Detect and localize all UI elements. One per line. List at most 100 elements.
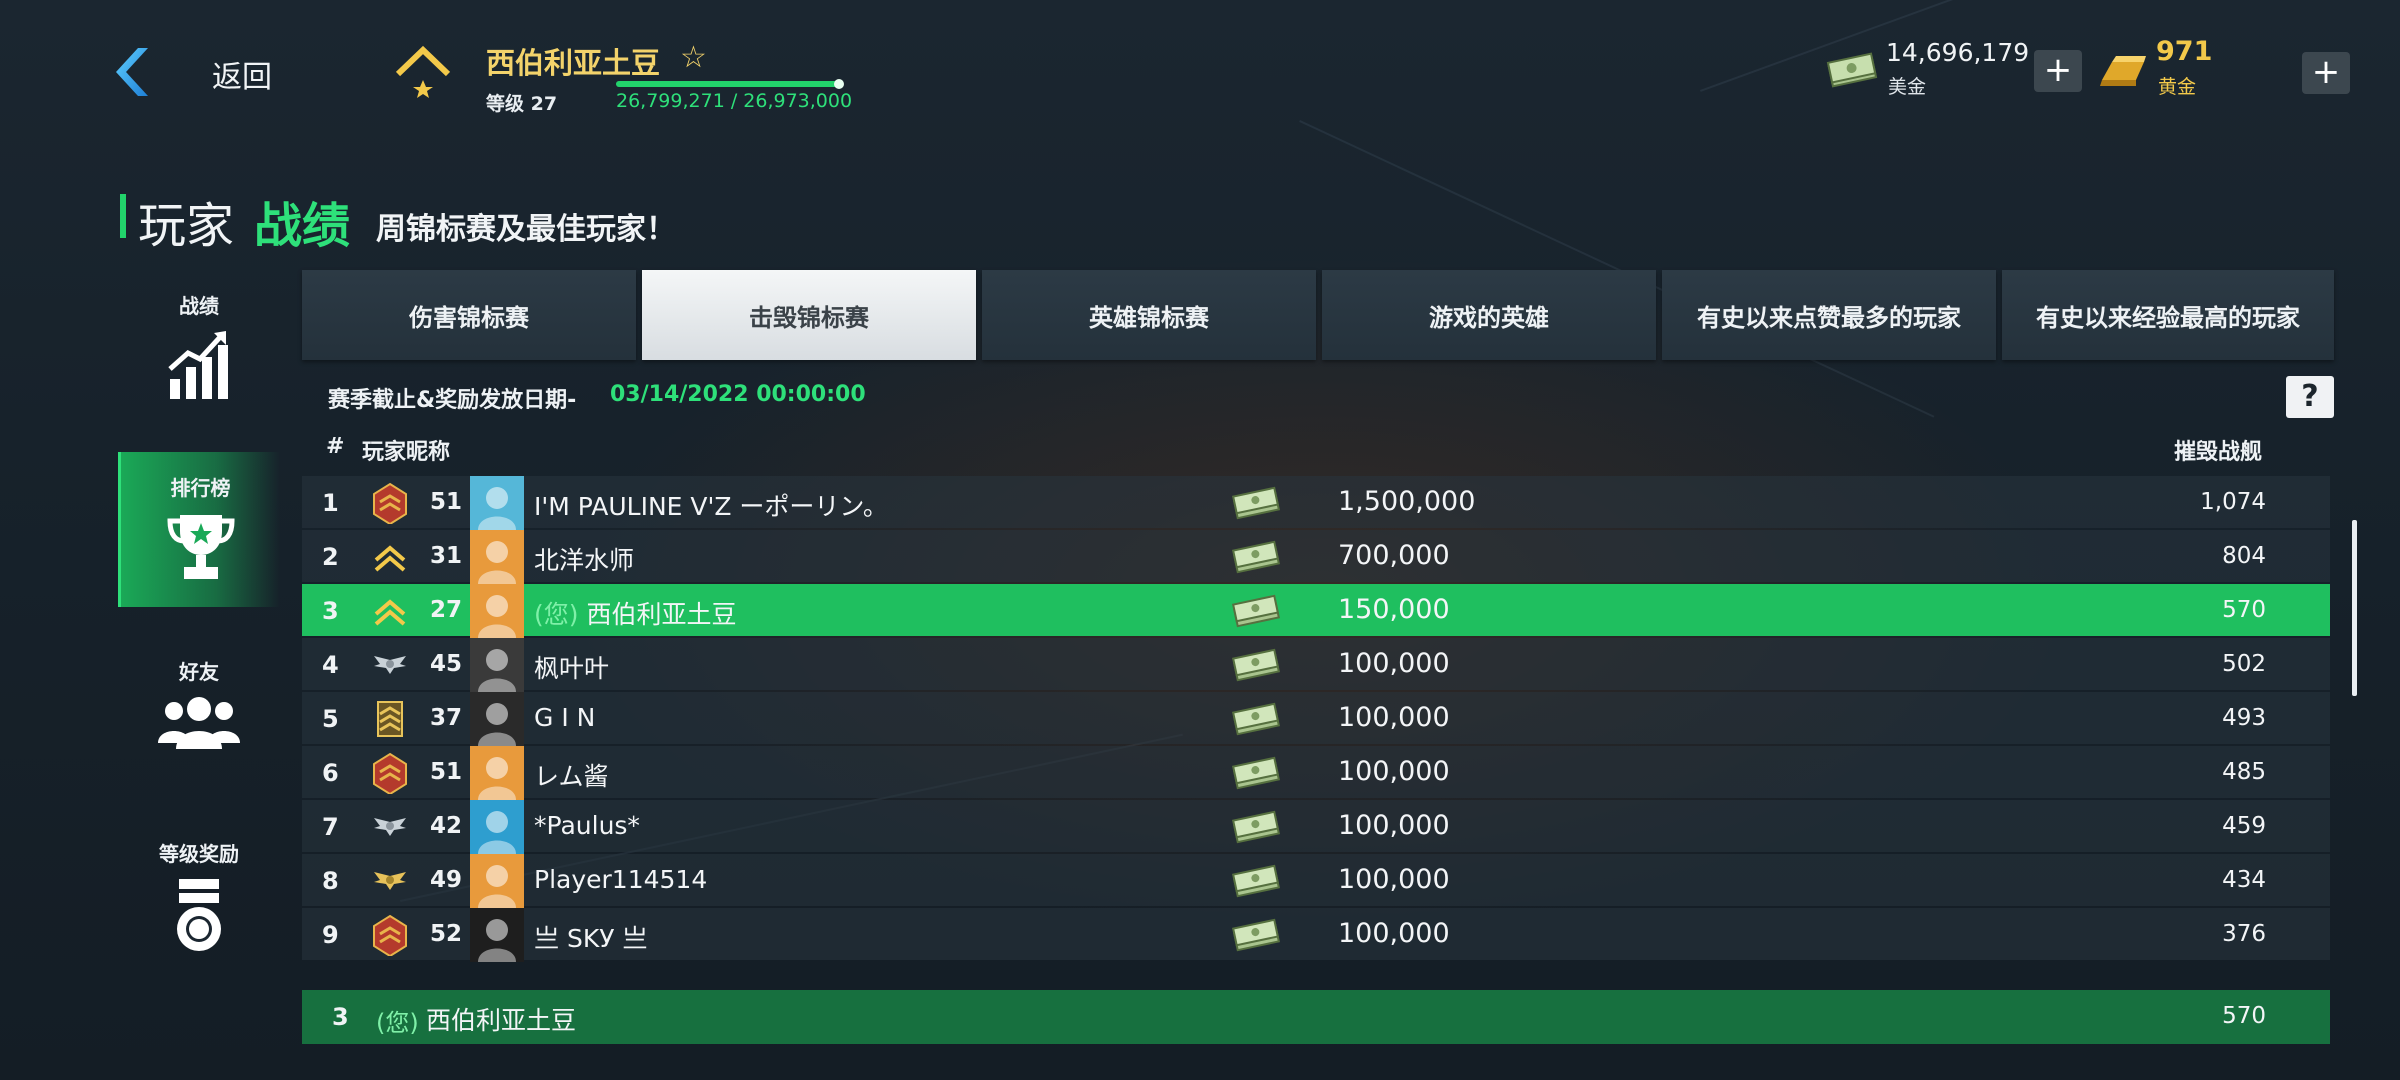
- self-destroyed: 570: [2222, 1003, 2266, 1029]
- player-level: 等级 27: [486, 93, 558, 115]
- row-level: 51: [430, 759, 463, 785]
- tab-damage-tournament[interactable]: 伤害锦标赛: [302, 270, 636, 360]
- sidebar-item-label: 等级奖励: [159, 842, 239, 866]
- row-player-name: *Paulus*: [534, 811, 640, 840]
- tab-most-liked[interactable]: 有史以来点赞最多的玩家: [1662, 270, 1996, 360]
- sidebar-item-label: 好友: [179, 660, 219, 684]
- row-level: 45: [430, 651, 463, 677]
- row-level: 49: [430, 867, 463, 893]
- table-row[interactable]: 6 51 レム酱 100,000 485: [302, 746, 2330, 800]
- page-subtitle: 周锦标赛及最佳玩家！: [376, 212, 676, 247]
- row-rank: 9: [322, 921, 339, 949]
- row-rank: 4: [322, 651, 339, 679]
- self-you-label: (您): [376, 1009, 419, 1037]
- add-cash-button[interactable]: +: [2034, 50, 2082, 92]
- medal-icon: [177, 879, 221, 951]
- cash-label: 美金: [1888, 76, 1927, 98]
- cash-reward-icon: [1232, 864, 1280, 898]
- row-destroyed: 485: [2222, 759, 2266, 785]
- table-row[interactable]: 3 27 (您) 西伯利亚土豆 150,000 570: [302, 584, 2330, 638]
- sidebar-item-label: 排行榜: [170, 476, 231, 500]
- avatar[interactable]: [470, 746, 524, 800]
- table-row[interactable]: 9 52 亗 SKУ 亗 100,000 376: [302, 908, 2330, 962]
- table-row[interactable]: 5 37 G I N 100,000 493: [302, 692, 2330, 746]
- avatar[interactable]: [470, 476, 524, 530]
- tab-hero-tournament[interactable]: 英雄锦标赛: [982, 270, 1316, 360]
- background-line: [1299, 120, 1935, 418]
- help-button[interactable]: ?: [2286, 376, 2334, 418]
- avatar[interactable]: [470, 584, 524, 638]
- season-end-date: 03/14/2022 00:00:00: [610, 382, 866, 407]
- row-rank: 3: [322, 597, 339, 625]
- leaderboard-table[interactable]: 1 51 I'M PAULINE V'Z ーポーリン。 1,500,000 1,074 2…: [302, 476, 2330, 979]
- friends-icon: [158, 697, 240, 749]
- row-player-name: G I N: [534, 703, 595, 732]
- cash-reward-icon: [1232, 918, 1280, 952]
- cash-reward-icon: [1232, 594, 1280, 628]
- row-player-name-text: 北洋水师: [534, 546, 635, 575]
- stats-chart-icon: [168, 331, 228, 399]
- table-row[interactable]: 4 45 枫叶叶 100,000 502: [302, 638, 2330, 692]
- trophy-icon: [166, 515, 235, 579]
- tab-destroy-tournament[interactable]: 击毁锦标赛: [642, 270, 976, 360]
- row-rank: 6: [322, 759, 339, 787]
- avatar[interactable]: [470, 854, 524, 908]
- row-reward: 100,000: [1338, 918, 1450, 949]
- row-reward: 100,000: [1338, 810, 1450, 841]
- player-name: 西伯利亚土豆: [486, 46, 661, 80]
- row-destroyed: 376: [2222, 921, 2266, 947]
- row-player-name: I'M PAULINE V'Z ーポーリン。: [534, 487, 888, 523]
- tab-highest-xp[interactable]: 有史以来经验最高的玩家: [2002, 270, 2334, 360]
- back-button[interactable]: 返回: [212, 52, 272, 96]
- row-rank: 5: [322, 705, 339, 733]
- row-reward: 700,000: [1338, 540, 1450, 571]
- sidebar-item-label: 战绩: [179, 294, 219, 318]
- row-reward: 100,000: [1338, 864, 1450, 895]
- row-destroyed: 493: [2222, 705, 2266, 731]
- row-level: 31: [430, 543, 463, 569]
- row-player-name: (您) 西伯利亚土豆: [534, 595, 736, 631]
- table-row[interactable]: 2 31 北洋水师 700,000 804: [302, 530, 2330, 584]
- cash-reward-icon: [1232, 540, 1280, 574]
- row-destroyed: 804: [2222, 543, 2266, 569]
- title-accent-bar: [120, 194, 126, 238]
- star-icon: ☆: [680, 40, 707, 75]
- sidebar-item-leaderboard[interactable]: 排行榜: [118, 452, 280, 607]
- row-destroyed: 459: [2222, 813, 2266, 839]
- row-player-name: 北洋水师: [534, 541, 634, 577]
- page-title-highlight: 战绩: [254, 198, 351, 254]
- row-player-name: Player114514: [534, 865, 707, 894]
- rank-emblem-icon: [374, 656, 406, 674]
- tab-game-heroes[interactable]: 游戏的英雄: [1322, 270, 1656, 360]
- rank-emblem-icon: [373, 482, 407, 524]
- row-player-name-text: Player114514: [534, 865, 708, 894]
- row-level: 27: [430, 597, 463, 623]
- sidebar-item-level-rewards[interactable]: 等级奖励: [118, 838, 280, 958]
- cash-reward-icon: [1232, 810, 1280, 844]
- table-row[interactable]: 1 51 I'M PAULINE V'Z ーポーリン。 1,500,000 1,074: [302, 476, 2330, 530]
- avatar[interactable]: [470, 908, 524, 962]
- row-reward: 1,500,000: [1338, 486, 1476, 517]
- rank-emblem-icon: [377, 701, 403, 737]
- avatar[interactable]: [470, 638, 524, 692]
- row-player-name: 枫叶叶: [534, 649, 609, 685]
- avatar[interactable]: [470, 800, 524, 854]
- xp-progress-knob: [833, 79, 844, 89]
- leaderboard-scrollbar[interactable]: [2352, 520, 2357, 696]
- row-player-name-text: 西伯利亚土豆: [586, 600, 737, 629]
- cash-reward-icon: [1232, 702, 1280, 736]
- row-reward: 100,000: [1338, 648, 1450, 679]
- avatar[interactable]: [470, 530, 524, 584]
- you-label: (您): [534, 600, 579, 629]
- row-reward: 150,000: [1338, 594, 1450, 625]
- self-rank: 3: [332, 1003, 349, 1031]
- table-row[interactable]: 7 42 *Paulus* 100,000 459: [302, 800, 2330, 854]
- table-row[interactable]: 8 49 Player114514 100,000 434: [302, 854, 2330, 908]
- avatar[interactable]: [470, 692, 524, 746]
- column-header-destroyed: 摧毁战舰: [2174, 440, 2263, 465]
- back-arrow-icon[interactable]: [104, 44, 160, 100]
- add-gold-button[interactable]: +: [2302, 52, 2350, 94]
- sidebar-item-friends[interactable]: 好友: [118, 656, 280, 766]
- sidebar-item-stats[interactable]: 战绩: [118, 290, 280, 400]
- rank-emblem-icon: [373, 752, 407, 794]
